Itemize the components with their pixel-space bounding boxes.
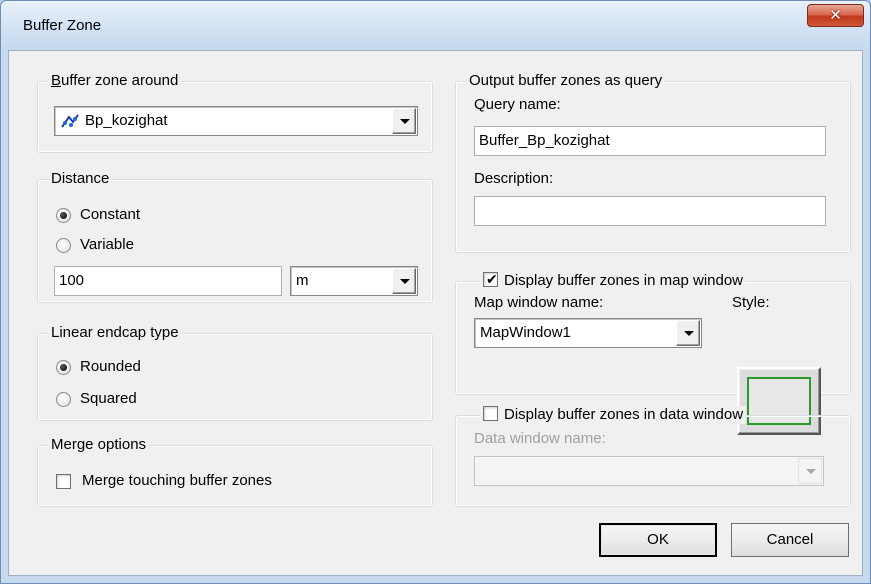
data-window-checkbox-label: Display buffer zones in data window xyxy=(504,406,744,423)
distance-value-input[interactable]: 100 xyxy=(54,266,282,296)
query-name-label: Query name: xyxy=(474,96,561,113)
merge-group: Merge options Merge touching buffer zone… xyxy=(37,436,433,507)
style-label: Style: xyxy=(732,294,770,311)
output-query-legend: Output buffer zones as query xyxy=(466,72,666,90)
endcap-group: Linear endcap type Rounded Squared xyxy=(37,324,433,421)
variable-radio[interactable] xyxy=(56,238,71,253)
chevron-down-icon[interactable] xyxy=(676,320,700,346)
map-window-legend: ✔ Display buffer zones in map window xyxy=(480,272,747,290)
variable-label: Variable xyxy=(80,236,134,253)
constant-label: Constant xyxy=(80,206,141,223)
squared-radio[interactable] xyxy=(56,392,71,407)
buffer-around-legend: Buffer zone around xyxy=(48,72,182,90)
map-window-checkbox[interactable]: ✔ xyxy=(483,272,498,287)
constant-radio[interactable] xyxy=(56,208,71,223)
title-bar: Buffer Zone ✕ xyxy=(0,0,871,50)
distance-group: Distance Constant Variable 100 m xyxy=(37,170,433,303)
merge-legend: Merge options xyxy=(48,436,150,454)
layer-select-value: Bp_kozighat xyxy=(85,112,168,129)
map-window-select-value: MapWindow1 xyxy=(480,324,571,341)
map-window-checkbox-label: Display buffer zones in map window xyxy=(504,272,744,289)
buffer-around-group: Buffer zone around Bp_kozighat xyxy=(37,72,433,153)
chevron-down-icon[interactable] xyxy=(798,458,822,484)
close-icon: ✕ xyxy=(829,7,842,24)
cancel-button[interactable]: Cancel xyxy=(731,523,849,557)
endcap-legend: Linear endcap type xyxy=(48,324,182,342)
map-window-name-label: Map window name: xyxy=(474,294,604,311)
window-title: Buffer Zone xyxy=(23,17,102,34)
layer-select[interactable]: Bp_kozighat xyxy=(54,106,418,136)
dialog-body: Buffer zone around Bp_kozighat Distance … xyxy=(8,50,863,576)
merge-checkbox-label: Merge touching buffer zones xyxy=(82,472,272,489)
data-window-checkbox[interactable] xyxy=(483,406,498,421)
map-window-select[interactable]: MapWindow1 xyxy=(474,318,702,348)
description-label: Description: xyxy=(474,170,554,187)
distance-unit-select[interactable]: m xyxy=(290,266,418,296)
distance-unit-value: m xyxy=(296,272,309,289)
rounded-radio[interactable] xyxy=(56,360,71,375)
checkmark-icon: ✔ xyxy=(486,271,498,287)
distance-legend: Distance xyxy=(48,170,113,188)
data-window-name-label: Data window name: xyxy=(474,430,606,447)
ok-button[interactable]: OK xyxy=(599,523,717,557)
data-window-group: Display buffer zones in data window Data… xyxy=(455,406,851,507)
close-button[interactable]: ✕ xyxy=(807,4,864,27)
squared-label: Squared xyxy=(80,390,137,407)
description-input[interactable] xyxy=(474,196,826,226)
chevron-down-icon[interactable] xyxy=(392,108,416,134)
output-query-group: Output buffer zones as query Query name:… xyxy=(455,72,851,253)
chevron-down-icon[interactable] xyxy=(392,268,416,294)
scatter-layer-icon xyxy=(61,113,79,129)
data-window-select[interactable] xyxy=(474,456,824,486)
data-window-legend: Display buffer zones in data window xyxy=(480,406,747,424)
rounded-label: Rounded xyxy=(80,358,141,375)
query-name-input[interactable]: Buffer_Bp_kozighat xyxy=(474,126,826,156)
merge-checkbox[interactable] xyxy=(56,474,71,489)
